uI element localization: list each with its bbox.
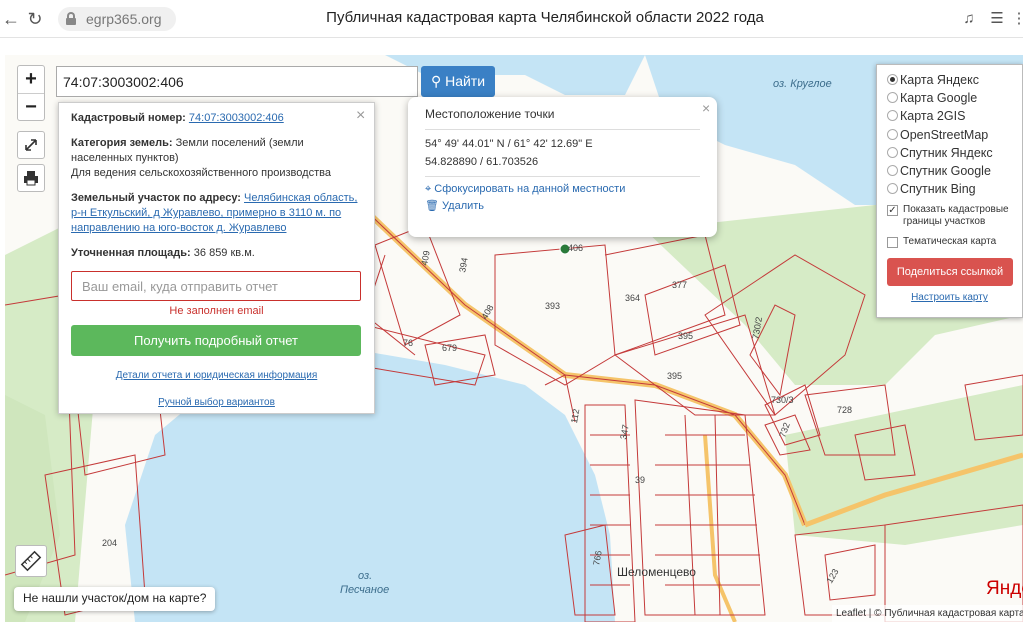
area-label: Уточненная площадь: bbox=[71, 247, 191, 259]
not-found-button[interactable]: Не нашли участок/дом на карте? bbox=[14, 587, 216, 611]
village-label: Шеломенцево bbox=[617, 565, 696, 579]
address-label: Земельный участок по адресу: bbox=[71, 192, 241, 204]
headphones-icon[interactable]: ♫ bbox=[958, 8, 980, 30]
report-details-link[interactable]: Детали отчета и юридическая информация bbox=[71, 368, 362, 383]
radio-icon bbox=[887, 110, 898, 122]
radio-icon bbox=[887, 92, 898, 104]
menu-icon[interactable]: ⋮ bbox=[1008, 8, 1023, 30]
reload-icon[interactable]: ↻ bbox=[24, 8, 46, 30]
plot-label: 406 bbox=[568, 243, 584, 253]
close-icon[interactable]: × bbox=[356, 108, 365, 124]
plot-label: 730/3 bbox=[771, 395, 794, 405]
thematic-map-toggle[interactable]: Тематическая карта bbox=[887, 236, 1012, 249]
printer-icon bbox=[24, 171, 38, 186]
layer-option-label: Спутник Яндекс bbox=[900, 145, 993, 160]
ruler-icon bbox=[20, 550, 42, 572]
checkbox-checked-icon: ✓ bbox=[887, 205, 898, 217]
plot-label: 728 bbox=[837, 405, 853, 415]
zoom-in-button[interactable]: + bbox=[18, 66, 44, 93]
focus-location-action[interactable]: ⌖ Сфокусировать на данной местности bbox=[425, 183, 700, 196]
plot-label: 76 bbox=[403, 338, 414, 348]
layer-option-label: OpenStreetMap bbox=[900, 127, 989, 142]
parcel-info-panel: × Кадастровый номер: 74:07:3003002:406 К… bbox=[58, 102, 375, 414]
zoom-out-button[interactable]: − bbox=[18, 93, 44, 120]
lock-icon bbox=[66, 12, 76, 25]
lake-peschanoe-label-2: Песчаное bbox=[340, 584, 390, 596]
delete-point-label: Удалить bbox=[442, 200, 485, 212]
map-settings-link[interactable]: Настроить карту bbox=[887, 292, 1012, 303]
layer-option-google-map[interactable]: Карта Google bbox=[887, 89, 1012, 107]
fullscreen-button[interactable] bbox=[17, 131, 45, 159]
radio-icon bbox=[887, 74, 898, 85]
email-field[interactable]: Ваш email, куда отправить отчет bbox=[71, 271, 361, 301]
layers-panel: Карта Яндекс Карта Google Карта 2GIS Ope… bbox=[876, 64, 1023, 318]
layer-option-bing-satellite[interactable]: Спутник Bing bbox=[887, 180, 1012, 198]
yandex-logo: Яндекс bbox=[986, 578, 1023, 599]
plot-label: 204 bbox=[102, 538, 118, 548]
layer-option-label: Карта Google bbox=[900, 91, 978, 106]
cadastral-number-link[interactable]: 74:07:3003002:406 bbox=[189, 112, 284, 124]
focus-location-label: Сфокусировать на данной местности bbox=[434, 183, 626, 195]
find-button[interactable]: ⚲ Найти bbox=[421, 66, 495, 97]
location-popup-title: Местоположение точки bbox=[425, 107, 700, 130]
plot-label: 364 bbox=[625, 293, 641, 303]
cadastral-number-label: Кадастровый номер: bbox=[71, 112, 186, 124]
lake-peschanoe-label: оз. bbox=[358, 570, 373, 582]
plot-label: 377 bbox=[672, 280, 688, 290]
cadastral-search-input[interactable]: 74:07:3003002:406 bbox=[56, 66, 418, 97]
radio-icon bbox=[887, 146, 898, 158]
address-bar[interactable]: egrp365.org bbox=[58, 7, 176, 31]
find-button-label: Найти bbox=[445, 73, 486, 89]
area-value: 36 859 кв.м. bbox=[193, 247, 255, 259]
radio-icon bbox=[887, 128, 898, 140]
land-category-label: Категория земель: bbox=[71, 137, 173, 149]
expand-icon bbox=[25, 139, 37, 151]
delete-point-action[interactable]: 🗑 Удалить bbox=[425, 199, 700, 212]
layer-option-osm[interactable]: OpenStreetMap bbox=[887, 126, 1012, 144]
layer-option-google-satellite[interactable]: Спутник Google bbox=[887, 162, 1012, 180]
share-link-button[interactable]: Поделиться ссылкой bbox=[887, 258, 1013, 287]
page-title: Публичная кадастровая карта Челябинской … bbox=[326, 9, 764, 26]
radio-icon bbox=[887, 164, 898, 176]
focus-icon: ⌖ bbox=[425, 183, 432, 195]
browser-toolbar: ← ↻ egrp365.org Публичная кадастровая ка… bbox=[0, 0, 1023, 38]
search-icon: ⚲ bbox=[430, 73, 442, 89]
plot-label: 39 bbox=[635, 475, 646, 485]
email-error-text: Не заполнен email bbox=[169, 305, 264, 317]
radio-icon bbox=[887, 183, 898, 195]
layer-option-2gis-map[interactable]: Карта 2GIS bbox=[887, 107, 1012, 125]
zoom-control: + − bbox=[17, 65, 45, 121]
coordinates-dms: 54° 49' 44.01" N / 61° 42' 12.69" E bbox=[425, 138, 593, 150]
trash-icon: 🗑 bbox=[425, 200, 439, 212]
layer-option-label: Спутник Bing bbox=[900, 182, 976, 197]
layer-option-yandex-satellite[interactable]: Спутник Яндекс bbox=[887, 144, 1012, 162]
layer-option-label: Спутник Google bbox=[900, 163, 991, 178]
cadastral-borders-toggle[interactable]: ✓ Показать кадастровые границы участков bbox=[887, 204, 1012, 228]
coordinates-decimal: 54.828890 / 61.703526 bbox=[425, 156, 539, 168]
print-button[interactable] bbox=[17, 164, 45, 192]
plot-label: 393 bbox=[545, 301, 561, 311]
close-icon[interactable]: × bbox=[702, 100, 710, 116]
layer-option-yandex-map[interactable]: Карта Яндекс bbox=[887, 71, 1012, 89]
measure-button[interactable] bbox=[15, 545, 47, 577]
checkbox-icon bbox=[887, 237, 898, 249]
plot-label: 679 bbox=[442, 343, 458, 353]
url-text: egrp365.org bbox=[86, 11, 162, 27]
layer-option-label: Карта Яндекс bbox=[900, 73, 979, 87]
plot-label: 395 bbox=[667, 371, 683, 381]
map-attribution: Leaflet | © Публичная кадастровая карта bbox=[832, 605, 1023, 622]
manual-select-link[interactable]: Ручной выбор вариантов bbox=[71, 395, 362, 410]
back-arrow-icon[interactable]: ← bbox=[0, 8, 22, 30]
reader-mode-icon[interactable]: ☰ bbox=[986, 8, 1008, 30]
location-popup: × Местоположение точки 54° 49' 44.01" N … bbox=[408, 97, 717, 237]
thematic-map-label: Тематическая карта bbox=[903, 236, 997, 248]
cadastral-borders-label: Показать кадастровые границы участков bbox=[903, 204, 1009, 228]
land-usage-value: Для ведения сельскохозяйственного произв… bbox=[71, 167, 331, 179]
lake-krugloe-label: оз. Круглое bbox=[773, 78, 832, 90]
get-report-button[interactable]: Получить подробный отчет bbox=[71, 325, 361, 356]
plot-label: 395 bbox=[678, 331, 694, 341]
layer-option-label: Карта 2GIS bbox=[900, 109, 966, 124]
